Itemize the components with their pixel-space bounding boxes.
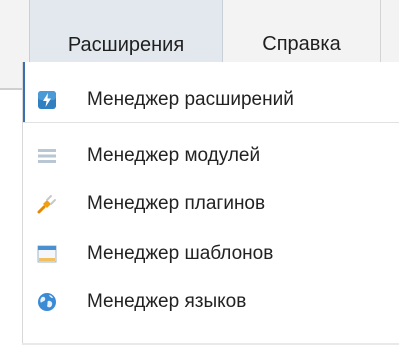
menu-tab-extensions-label: Расширения — [67, 33, 185, 56]
admin-menu-screen: Расширения Справка Менеджер расширений М… — [0, 0, 399, 345]
menu-item-extension-manager-label: Менеджер расширений — [87, 89, 294, 110]
menu-item-plugin-manager-label: Менеджер плагинов — [87, 193, 266, 214]
menu-item-module-manager-label: Менеджер модулей — [87, 145, 261, 166]
globe-icon — [37, 292, 57, 312]
plug-icon — [37, 194, 57, 214]
menu-item-extension-manager[interactable]: Менеджер расширений — [23, 78, 399, 122]
menu-item-plugin-manager[interactable]: Менеджер плагинов — [23, 182, 399, 226]
menu-item-template-manager[interactable]: Менеджер шаблонов — [23, 232, 399, 276]
extensions-dropdown-menu: Менеджер расширений Менеджер модулей Мен… — [22, 62, 399, 345]
menu-tab-help-label: Справка — [262, 32, 341, 55]
menu-item-language-manager-label: Менеджер языков — [87, 291, 247, 312]
menu-separator — [23, 122, 399, 123]
lightning-icon — [37, 90, 57, 110]
modules-icon — [37, 146, 57, 166]
menubar-divider — [0, 88, 22, 90]
menu-item-module-manager[interactable]: Менеджер модулей — [23, 134, 399, 178]
menu-item-language-manager[interactable]: Менеджер языков — [23, 280, 399, 324]
menu-item-template-manager-label: Менеджер шаблонов — [87, 243, 274, 264]
template-icon — [37, 244, 57, 264]
